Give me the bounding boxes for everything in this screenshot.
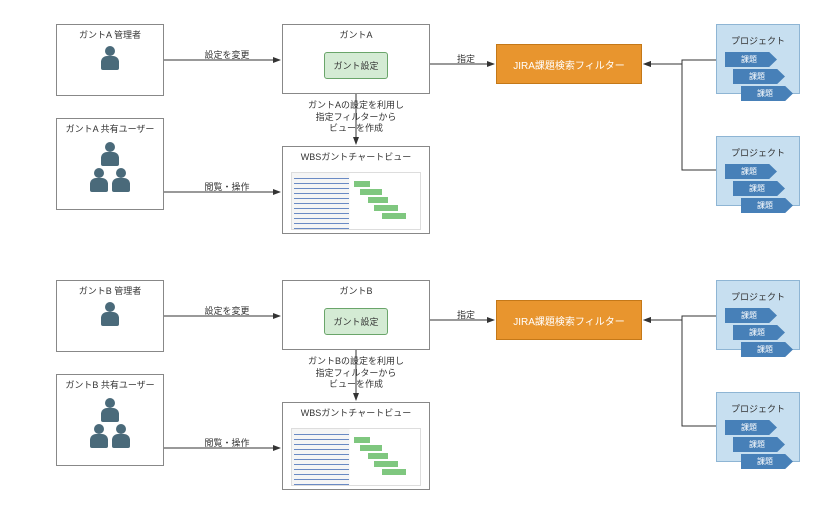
wbs-chart-b-box: WBSガントチャートビュー bbox=[282, 402, 430, 490]
user-icon bbox=[112, 168, 130, 192]
gantt-a-admin-title: ガントA 管理者 bbox=[57, 25, 163, 44]
project-b1-title: プロジェクト bbox=[721, 287, 795, 306]
issue-badge: 課題 bbox=[733, 69, 785, 84]
project-b1: プロジェクト 課題 課題 課題 bbox=[716, 280, 800, 350]
mid-text-a: ガントAの設定を利用し 指定フィルターから ビューを作成 bbox=[300, 100, 412, 135]
gantt-b-title: ガントB bbox=[283, 281, 429, 300]
gantt-b-box: ガントB ガント設定 bbox=[282, 280, 430, 350]
project-b2: プロジェクト 課題 課題 課題 bbox=[716, 392, 800, 462]
gantt-settings-label: ガント設定 bbox=[333, 317, 378, 327]
issue-badge: 課題 bbox=[725, 52, 777, 67]
gantt-a-users-box: ガントA 共有ユーザー bbox=[56, 118, 164, 210]
user-icon bbox=[101, 302, 119, 326]
user-icon bbox=[101, 398, 119, 422]
user-icon bbox=[101, 46, 119, 70]
edge-label-specify-b: 指定 bbox=[448, 308, 484, 321]
gantt-a-users-title: ガントA 共有ユーザー bbox=[57, 119, 163, 138]
gantt-b-admin-title: ガントB 管理者 bbox=[57, 281, 163, 300]
issue-badge: 課題 bbox=[733, 325, 785, 340]
project-a2: プロジェクト 課題 課題 課題 bbox=[716, 136, 800, 206]
gantt-a-title: ガントA bbox=[283, 25, 429, 44]
issue-badge: 課題 bbox=[741, 454, 793, 469]
user-icon bbox=[90, 424, 108, 448]
issue-badge: 課題 bbox=[733, 181, 785, 196]
issue-badge: 課題 bbox=[725, 420, 777, 435]
user-icon bbox=[90, 168, 108, 192]
user-icon bbox=[101, 142, 119, 166]
gantt-settings-box: ガント設定 bbox=[324, 308, 387, 335]
edge-label-view-operate-a: 閲覧・操作 bbox=[192, 180, 262, 193]
issue-badge: 課題 bbox=[741, 342, 793, 357]
gantt-b-users-box: ガントB 共有ユーザー bbox=[56, 374, 164, 466]
project-a2-title: プロジェクト bbox=[721, 143, 795, 162]
jira-filter-a-label: JIRA課題検索フィルター bbox=[513, 57, 624, 72]
issue-badge: 課題 bbox=[725, 308, 777, 323]
issue-badge: 課題 bbox=[725, 164, 777, 179]
gantt-settings-label: ガント設定 bbox=[333, 61, 378, 71]
issue-badge: 課題 bbox=[741, 198, 793, 213]
issue-badge: 課題 bbox=[741, 86, 793, 101]
issue-badge: 課題 bbox=[733, 437, 785, 452]
gantt-chart-thumbnail bbox=[291, 172, 421, 230]
user-icon bbox=[112, 424, 130, 448]
edge-label-config-change-b: 設定を変更 bbox=[192, 304, 262, 317]
gantt-chart-thumbnail bbox=[291, 428, 421, 486]
project-a1-title: プロジェクト bbox=[721, 31, 795, 50]
wbs-chart-a-title: WBSガントチャートビュー bbox=[283, 147, 429, 166]
gantt-b-admin-box: ガントB 管理者 bbox=[56, 280, 164, 352]
project-a1: プロジェクト 課題 課題 課題 bbox=[716, 24, 800, 94]
project-b2-title: プロジェクト bbox=[721, 399, 795, 418]
edge-label-config-change-a: 設定を変更 bbox=[192, 48, 262, 61]
jira-filter-a: JIRA課題検索フィルター bbox=[496, 44, 642, 84]
gantt-a-admin-box: ガントA 管理者 bbox=[56, 24, 164, 96]
gantt-settings-box: ガント設定 bbox=[324, 52, 387, 79]
wbs-chart-b-title: WBSガントチャートビュー bbox=[283, 403, 429, 422]
jira-filter-b: JIRA課題検索フィルター bbox=[496, 300, 642, 340]
edge-label-specify-a: 指定 bbox=[448, 52, 484, 65]
edge-label-view-operate-b: 閲覧・操作 bbox=[192, 436, 262, 449]
gantt-b-users-title: ガントB 共有ユーザー bbox=[57, 375, 163, 394]
wbs-chart-a-box: WBSガントチャートビュー bbox=[282, 146, 430, 234]
jira-filter-b-label: JIRA課題検索フィルター bbox=[513, 313, 624, 328]
gantt-a-box: ガントA ガント設定 bbox=[282, 24, 430, 94]
mid-text-b: ガントBの設定を利用し 指定フィルターから ビューを作成 bbox=[300, 356, 412, 391]
